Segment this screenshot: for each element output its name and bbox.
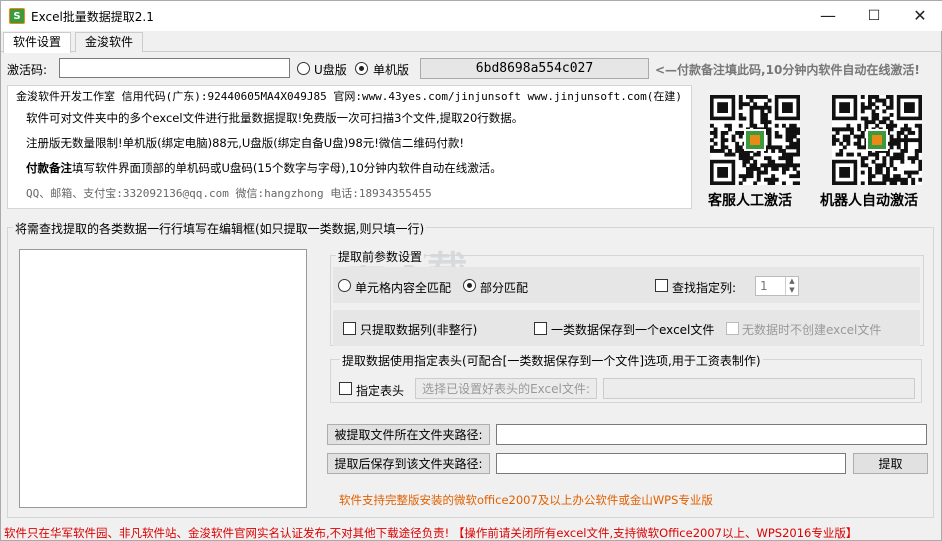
info-line-3: 付款备注填写软件界面顶部的单机码或U盘码(15个数字与字母),10分钟内软件自动… [26,160,502,176]
info-line-1: 软件可对文件夹中的多个excel文件进行批量数据提取!免费版一次可扫描3个文件,… [26,111,524,125]
window-title: Excel批量数据提取2.1 [31,10,154,24]
maximize-button[interactable]: ☐ [851,1,897,31]
full-match-label: 单元格内容全匹配 [355,281,452,295]
support-note: 软件支持完整版安装的微软office2007及以上办公软件或金山WPS专业版 [339,493,713,507]
params-group-title: 提取前参数设置 [336,248,425,265]
activation-code-input[interactable] [59,58,290,78]
only-column-label: 只提取数据列(非整行) [360,323,478,337]
info-line-2: 注册版无数量限制!单机版(绑定电脑)88元,U盘版(绑定自备U盘)98元!微信二… [26,136,465,150]
info-panel: 金浚软件开发工作室 信用代码(广东):92440605MA4X049J85 官网… [7,85,692,209]
qr-code-robot-icon [832,95,922,185]
info-line-3-bold: 付款备注 [26,161,72,175]
usb-version-radio[interactable] [297,62,310,75]
source-folder-input[interactable] [496,424,927,445]
choose-header-file-button[interactable]: 选择已设置好表头的Excel文件: [415,378,597,399]
specify-header-label: 指定表头 [356,384,405,398]
partial-match-label: 部分匹配 [480,281,529,295]
info-line-3-text: 填写软件界面顶部的单机码或U盘码(15个数字与字母),10分钟内软件自动在线激活… [72,161,502,175]
only-column-checkbox[interactable] [343,322,356,335]
no-data-label: 无数据时不创建excel文件 [742,323,882,337]
pc-version-radio[interactable] [355,62,368,75]
column-number-stepper[interactable]: 1 ▲ ▼ [755,276,799,296]
company-info: 金浚软件开发工作室 信用代码(广东):92440605MA4X049J85 官网… [16,90,682,103]
column-number-value: 1 [760,279,768,293]
footer-note: 软件只在华军软件园、非凡软件站、金浚软件官网实名认证发布,不对其他下载途径负责!… [4,526,858,540]
source-folder-button[interactable]: 被提取文件所在文件夹路径: [327,424,490,445]
close-button[interactable]: ✕ [897,1,942,31]
extract-button[interactable]: 提取 [853,453,928,474]
find-column-label: 查找指定列: [672,281,737,295]
search-data-editor[interactable] [19,249,307,508]
minimize-button[interactable]: — [805,1,851,31]
contact-info: QQ、邮箱、支付宝:332092136@qq.com 微信:hangzhong … [26,187,432,200]
title-bar: S Excel批量数据提取2.1 — ☐ ✕ [1,1,942,31]
stepper-arrows-icon[interactable]: ▲ ▼ [785,277,798,295]
app-window: S Excel批量数据提取2.1 — ☐ ✕ 软件设置 金浚软件 激活码: U盘… [0,0,942,541]
pc-version-label: 单机版 [373,63,410,77]
activation-code-label: 激活码: [7,63,48,77]
qr-code-service-icon [710,95,800,185]
target-folder-input[interactable] [496,453,846,474]
no-data-checkbox[interactable] [726,322,739,335]
tab-jinjun-software[interactable]: 金浚软件 [75,32,144,52]
find-column-checkbox[interactable] [655,279,668,292]
target-folder-button[interactable]: 提取后保存到该文件夹路径: [327,453,490,474]
machine-code-field[interactable]: 6bd8698a554c027 [420,58,649,79]
one-file-label: 一类数据保存到一个excel文件 [551,323,715,337]
partial-match-radio[interactable] [463,279,476,292]
qr-caption-robot: 机器人自动激活 [820,193,918,209]
header-file-path-input[interactable] [603,378,915,399]
app-icon: S [9,8,25,24]
header-group-title: 提取数据使用指定表头(可配合[一类数据保存到一个文件]选项,用于工资表制作) [340,352,763,369]
tab-software-settings[interactable]: 软件设置 [3,32,72,53]
search-data-group-title: 将需查找提取的各类数据一行行填写在编辑框(如只提取一类数据,则只填一行) [13,220,427,237]
activation-hint: <—付款备注填此码,10分钟内软件自动在线激活! [655,63,920,77]
specify-header-checkbox[interactable] [339,382,352,395]
full-match-radio[interactable] [338,279,351,292]
qr-caption-service: 客服人工激活 [708,193,792,209]
one-file-checkbox[interactable] [534,322,547,335]
tab-strip: 软件设置 金浚软件 [1,32,942,53]
usb-version-label: U盘版 [314,63,347,77]
